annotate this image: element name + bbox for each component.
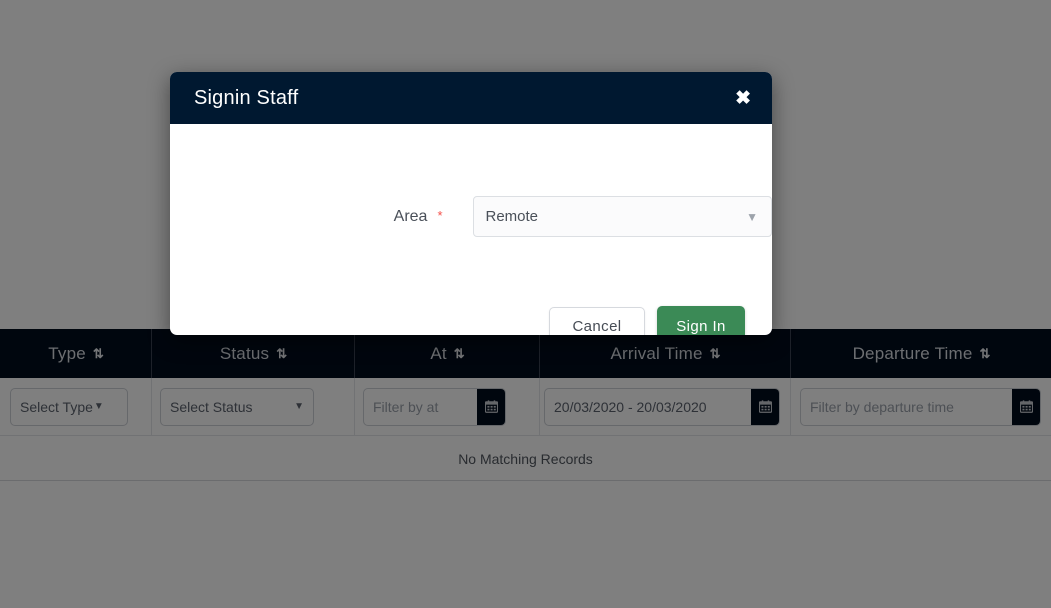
sign-in-button[interactable]: Sign In	[657, 306, 745, 335]
area-field-label: Area *	[170, 208, 443, 226]
required-marker: *	[437, 207, 443, 223]
area-select[interactable]: Remote ▼	[472, 196, 772, 237]
chevron-down-icon: ▼	[746, 209, 758, 224]
modal-header: Signin Staff ✖	[170, 72, 772, 124]
modal-actions: Cancel Sign In	[549, 306, 745, 335]
modal-title: Signin Staff	[194, 86, 299, 109]
cancel-button[interactable]: Cancel	[549, 307, 645, 335]
area-select-value: Remote	[485, 208, 539, 225]
area-label-text: Area	[393, 207, 428, 225]
close-icon[interactable]: ✖	[735, 89, 751, 108]
modal-body: Area * Remote ▼ Cancel Sign In	[170, 124, 772, 335]
signin-staff-modal: Signin Staff ✖ Area * Remote ▼ Cancel Sig…	[170, 72, 772, 335]
area-form-row: Area * Remote ▼	[170, 196, 772, 237]
